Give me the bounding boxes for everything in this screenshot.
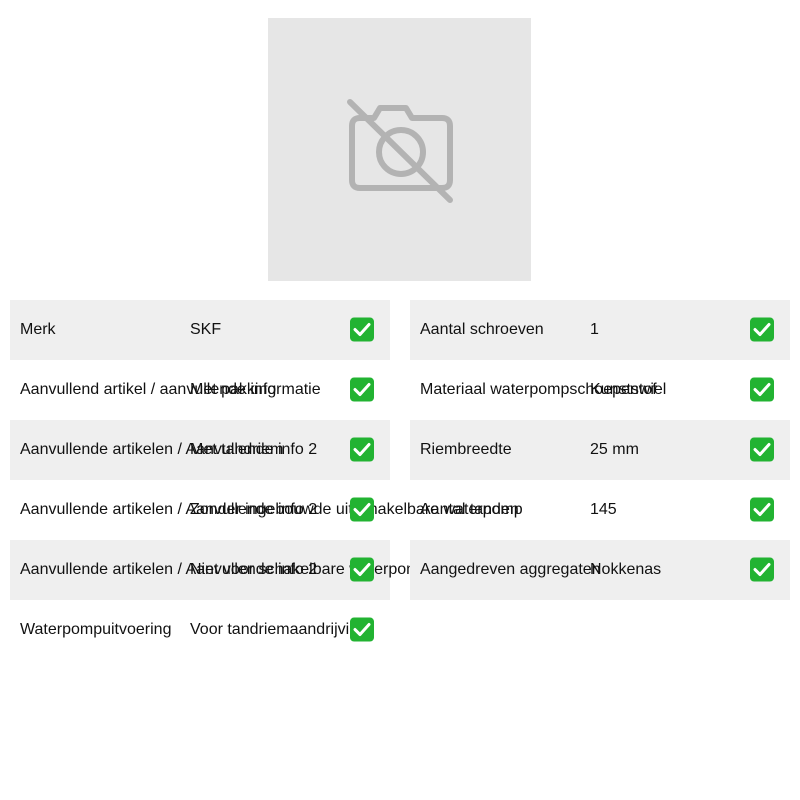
spec-label: Merk	[20, 321, 56, 338]
spec-label: Riembreedte	[420, 441, 512, 458]
spec-value: 145	[590, 501, 617, 518]
check-box-icon	[350, 377, 374, 402]
spec-row: Aantal tanden 145	[410, 480, 790, 540]
spec-value: 25 mm	[590, 441, 639, 458]
spec-value: 1	[590, 321, 599, 338]
camera-off-icon	[347, 99, 453, 203]
spec-label: Aantal schroeven	[420, 321, 544, 338]
check-box-icon	[350, 437, 374, 462]
spec-row: Aangedreven aggregaten Nokkenas	[410, 540, 790, 600]
check-box-icon	[350, 617, 374, 642]
check-box-icon	[750, 557, 774, 582]
check-box-icon	[750, 497, 774, 522]
check-box-icon	[350, 557, 374, 582]
specs-table-right: Aantal schroeven 1 Materiaal waterpompsc…	[410, 300, 790, 600]
check-box-icon	[750, 377, 774, 402]
spec-label: Waterpompuitvoering	[20, 621, 172, 638]
spec-row: Aanvullende artikelen / Aanvullende info…	[10, 480, 523, 540]
spec-row: Aanvullend artikel / aanvullende informa…	[10, 360, 390, 420]
spec-value: Met pakking	[190, 381, 277, 398]
spec-value: Nokkenas	[590, 561, 662, 578]
spec-row: Merk SKF	[10, 300, 390, 360]
spec-value: Niet voor schakelbare waterpomp	[190, 561, 429, 578]
spec-value: SKF	[190, 321, 222, 338]
check-box-icon	[750, 437, 774, 462]
spec-row: Aantal schroeven 1	[410, 300, 790, 360]
spec-row: Aanvullende artikelen / Aanvullende info…	[10, 540, 428, 600]
check-box-icon	[350, 317, 374, 342]
spec-row: Riembreedte 25 mm	[410, 420, 790, 480]
spec-row: Aanvullende artikelen / Aanvullende info…	[10, 420, 390, 480]
check-box-icon	[350, 497, 374, 522]
spec-label: Aangedreven aggregaten	[420, 561, 601, 578]
spec-row: Materiaal waterpompschoepenwiel Kunststo…	[410, 360, 790, 420]
spec-value: Kunststof	[590, 381, 657, 398]
spec-value: Voor tandriemaandrijving	[190, 621, 367, 638]
check-box-icon	[750, 317, 774, 342]
spec-label: Aantal tanden	[420, 501, 519, 518]
spec-value: Met tandriem	[190, 441, 284, 458]
spec-row: Waterpompuitvoering Voor tandriemaandrij…	[10, 600, 390, 660]
product-image-placeholder	[268, 18, 531, 281]
specs-table-left: Merk SKF Aanvullend artikel / aanvullend…	[10, 300, 523, 660]
